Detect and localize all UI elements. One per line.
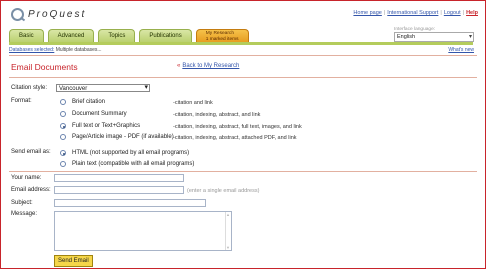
send-as-option-label: HTML (not supported by all email program… <box>72 150 190 156</box>
send-email-button[interactable]: Send Email <box>54 255 93 267</box>
radio-button[interactable] <box>60 111 66 117</box>
tab-my-research[interactable]: My Research 1 marked items <box>195 29 249 43</box>
format-label: Format: <box>11 98 32 104</box>
tab-publications[interactable]: Publications <box>139 29 192 43</box>
databases-selected-link[interactable]: Databases selected: <box>9 47 54 53</box>
tab-advanced[interactable]: Advanced <box>47 29 95 43</box>
whats-new-link[interactable]: What's new <box>448 47 474 53</box>
send-as-html[interactable]: HTML (not supported by all email program… <box>60 150 189 156</box>
format-option-desc: -citation and link <box>173 100 213 106</box>
radio-button-selected[interactable] <box>60 150 66 156</box>
message-textarea[interactable] <box>54 211 232 251</box>
page-title: Email Documents <box>11 62 78 72</box>
search-tabs: Basic Advanced Topics Publications My Re… <box>9 29 253 43</box>
radio-button-selected[interactable] <box>60 123 66 129</box>
your-name-label: Your name: <box>11 175 42 181</box>
citation-style-select[interactable]: Vancouver <box>56 84 150 92</box>
send-as-option-label: Plain text (compatible with all email pr… <box>72 161 195 167</box>
format-option-brief[interactable]: Brief citation <box>60 99 105 105</box>
radio-button[interactable] <box>60 134 66 140</box>
proquest-logo[interactable]: ProQuest <box>11 6 86 22</box>
your-name-field[interactable] <box>54 174 184 182</box>
subject-label: Subject: <box>11 200 33 206</box>
message-label: Message: <box>11 211 38 217</box>
citation-style-label: Citation style: <box>11 85 48 91</box>
tab-topics[interactable]: Topics <box>98 29 136 43</box>
format-option-pdf[interactable]: Page/Article image - PDF (if available) <box>60 134 174 140</box>
email-address-field[interactable] <box>54 186 184 194</box>
back-to-my-research-link[interactable]: Back to My Research <box>182 63 239 69</box>
top-links: Home page | International Support | Logout | H… <box>353 10 478 16</box>
proquest-logo-icon <box>11 7 24 21</box>
databases-selected-value: Multiple databases... <box>55 47 102 53</box>
tab-basic[interactable]: Basic <box>9 29 44 43</box>
my-research-label: My Research <box>205 31 234 36</box>
home-page-link[interactable]: Home page <box>353 10 381 16</box>
format-option-label: Page/Article image - PDF (if available) <box>72 134 174 140</box>
interface-language: Interface language: English <box>394 27 474 42</box>
international-support-link[interactable]: International Support <box>387 10 438 16</box>
back-link-wrapper: «Back to My Research <box>177 63 239 69</box>
format-option-fulltext[interactable]: Full text or Text+Graphics <box>60 123 140 129</box>
format-option-label: Full text or Text+Graphics <box>72 123 141 129</box>
interface-language-select[interactable]: English <box>394 32 474 42</box>
send-as-label: Send email as: <box>11 149 51 155</box>
format-option-summary[interactable]: Document Summary <box>60 111 127 117</box>
help-link[interactable]: Help <box>466 10 478 16</box>
format-option-label: Brief citation <box>72 99 106 105</box>
tab-bar-underline <box>9 42 473 45</box>
format-option-label: Document Summary <box>72 111 127 117</box>
subject-field[interactable] <box>54 199 206 207</box>
divider <box>9 77 477 78</box>
databases-selected: Databases selected: Multiple databases..… <box>9 47 102 53</box>
divider <box>9 171 477 172</box>
back-arrow-icon: « <box>177 63 181 69</box>
radio-button[interactable] <box>60 99 66 105</box>
divider <box>9 55 477 56</box>
radio-button[interactable] <box>60 161 66 167</box>
message-scrollbar[interactable] <box>225 212 231 250</box>
format-option-desc: -citation, indexing, abstract, full text… <box>173 124 302 130</box>
logout-link[interactable]: Logout <box>444 10 461 16</box>
logo-text: ProQuest <box>28 8 87 20</box>
send-as-plain[interactable]: Plain text (compatible with all email pr… <box>60 161 194 167</box>
format-option-desc: -citation, indexing, abstract, attached … <box>173 135 297 141</box>
email-hint: (enter a single email address) <box>187 188 260 194</box>
format-option-desc: -citation, indexing, abstract, and link <box>173 112 261 118</box>
email-address-label: Email address: <box>11 187 51 193</box>
